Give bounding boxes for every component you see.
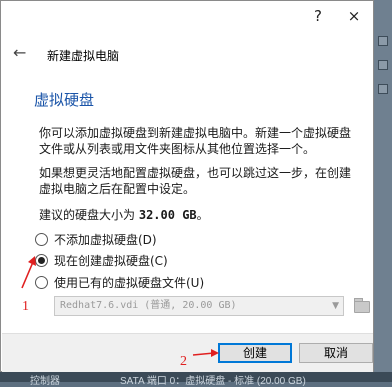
annotation-arrow-1 xyxy=(21,261,34,289)
annotation-arrowhead-2 xyxy=(211,349,219,357)
annotation-arrows xyxy=(21,256,219,357)
annotation-arrow-2 xyxy=(192,352,215,356)
